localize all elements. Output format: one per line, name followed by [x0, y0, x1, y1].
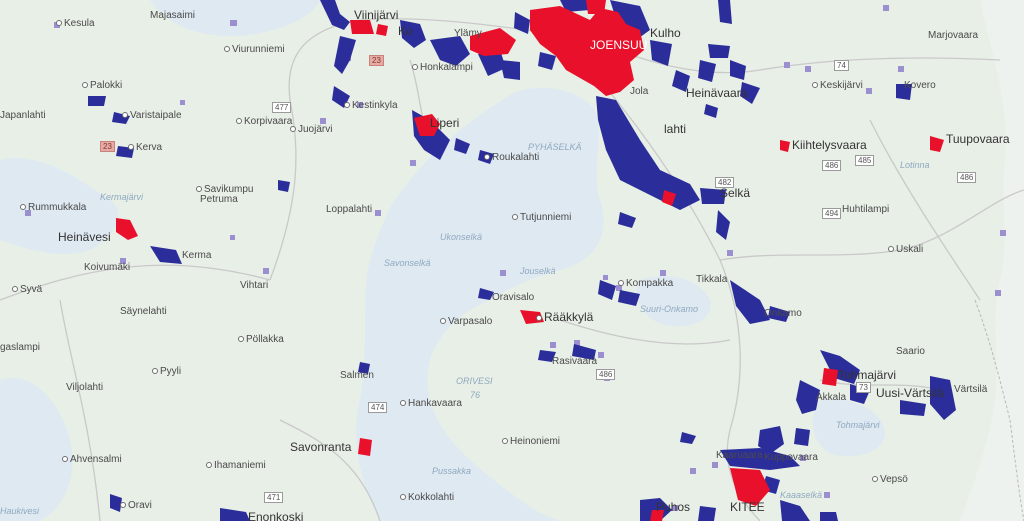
- place-label: Heinoniemi: [502, 436, 560, 447]
- road-number: 74: [834, 60, 849, 71]
- place-label: Rääkkylä: [536, 311, 593, 323]
- place-label: Ko: [398, 24, 413, 38]
- city-label: JOENSUU: [590, 38, 648, 52]
- place-label: Pöllakka: [238, 334, 284, 345]
- road-number: 486: [822, 160, 842, 171]
- place-label: Ahvensalmi: [62, 454, 122, 465]
- road-number: 471: [264, 492, 284, 503]
- place-label: Kovero: [904, 80, 936, 91]
- place-label: Uusi-Värtsilä: [876, 386, 945, 400]
- place-label: Heinävesi: [58, 230, 111, 244]
- place-label: Ihamaniemi: [206, 460, 266, 471]
- place-label: Kompakka: [618, 278, 673, 289]
- place-label: Akkala: [816, 392, 847, 403]
- place-label: Tikkala: [696, 274, 728, 285]
- place-label: Liperi: [430, 116, 460, 130]
- place-label: Hankavaara: [400, 398, 462, 409]
- place-label: Honkalampi: [412, 62, 473, 73]
- place-label: Tohmajärvi: [838, 368, 897, 382]
- place-label: Kaaruaara: [716, 450, 763, 461]
- road-number: 486: [957, 172, 977, 183]
- place-label: Keskijärvi: [812, 80, 863, 91]
- city-label: KITEE: [730, 500, 765, 514]
- water-label: Tohmajärvi: [836, 420, 880, 430]
- place-label: Kerva: [128, 142, 162, 153]
- place-label: Jola: [630, 86, 649, 97]
- place-label: Salmen: [340, 370, 374, 381]
- place-label: Uskali: [888, 244, 923, 255]
- place-label: Huhtilampi: [842, 204, 890, 215]
- place-label: Marjovaara: [928, 30, 979, 41]
- place-label: Rummukkala: [20, 202, 86, 213]
- place-label: Varistaipale: [122, 110, 182, 121]
- place-label: Viinijärvi: [354, 8, 399, 22]
- water-label: ORIVESI: [456, 376, 493, 386]
- water-label: Haukivesi: [0, 506, 40, 516]
- place-label: Värtsilä: [954, 384, 988, 395]
- place-label: Heinävaara: [686, 86, 748, 100]
- water-label: Kermajärvi: [100, 192, 144, 202]
- place-label: Ylämy: [454, 28, 482, 39]
- place-label: gaslampi: [0, 342, 41, 353]
- place-label: Petruma: [200, 194, 238, 205]
- place-label: Korpivaara: [236, 116, 292, 127]
- place-label: Oravisalo: [492, 292, 535, 303]
- road-number: 494: [822, 208, 842, 219]
- road-number: 23: [369, 55, 384, 66]
- place-label: Tuupovaara: [946, 132, 1010, 146]
- place-label: Varpasalo: [440, 316, 492, 327]
- place-label: Vepsö: [872, 474, 908, 485]
- place-label: Savonranta: [290, 440, 352, 454]
- water-label: Suuri-Onkamo: [640, 304, 699, 314]
- place-label: Kuppovaara: [764, 452, 818, 463]
- road-number: 73: [856, 382, 871, 393]
- water-label: Ukonselkä: [440, 232, 483, 242]
- road-number: 477: [272, 102, 292, 113]
- place-label: Selkä: [720, 186, 751, 200]
- place-label: Vihtari: [240, 280, 269, 291]
- place-label: Kokkolahti: [400, 492, 454, 503]
- place-label: Majasaimi: [150, 10, 196, 21]
- road-number: 485: [855, 155, 875, 166]
- place-label: Koivumäki: [84, 262, 131, 273]
- place-label: Kerma: [182, 250, 212, 261]
- place-label: Viljolahti: [66, 382, 104, 393]
- water-label: 76: [470, 390, 481, 400]
- water-label: Kaaaselkä: [780, 490, 823, 500]
- place-label: Onkamo: [764, 308, 802, 319]
- water-label: Jouselkä: [520, 266, 556, 276]
- place-label: lahti: [664, 122, 687, 136]
- place-label: Syvä: [12, 284, 42, 295]
- place-label: Palokki: [82, 80, 122, 91]
- place-label: Oravi: [120, 500, 152, 511]
- place-label: Viurunniemi: [224, 44, 285, 55]
- place-label: Roukalahti: [484, 152, 539, 163]
- place-label: Japanlahti: [0, 110, 46, 121]
- road-number: 23: [100, 141, 115, 152]
- place-label: Kestinkyla: [344, 100, 398, 111]
- water-label: Lotinna: [900, 160, 930, 170]
- place-label: Rasivaara: [552, 356, 598, 367]
- place-label: Kesula: [56, 18, 95, 29]
- place-label: Tutjunniemi: [512, 212, 571, 223]
- place-label: Loppalahti: [326, 204, 373, 215]
- place-label: Kulho: [650, 26, 681, 40]
- water-label: Pussakka: [432, 466, 472, 476]
- place-label: Saario: [896, 346, 925, 357]
- place-label: Puhos: [656, 500, 691, 514]
- place-label: Enonkoski: [248, 510, 304, 521]
- map-view[interactable]: 477 23 74 485 486 494 482 474 471 486 23…: [0, 0, 1024, 521]
- place-label: Juojärvi: [290, 124, 332, 135]
- road-number: 486: [596, 369, 616, 380]
- water-label: Savonselkä: [384, 258, 431, 268]
- place-label: Kiihtelysvaara: [792, 138, 867, 152]
- road-number: 474: [368, 402, 388, 413]
- place-label: Säynelahti: [120, 306, 167, 317]
- place-label: Pyyli: [152, 366, 181, 377]
- water-label: PYHÄSELKÄ: [528, 142, 582, 152]
